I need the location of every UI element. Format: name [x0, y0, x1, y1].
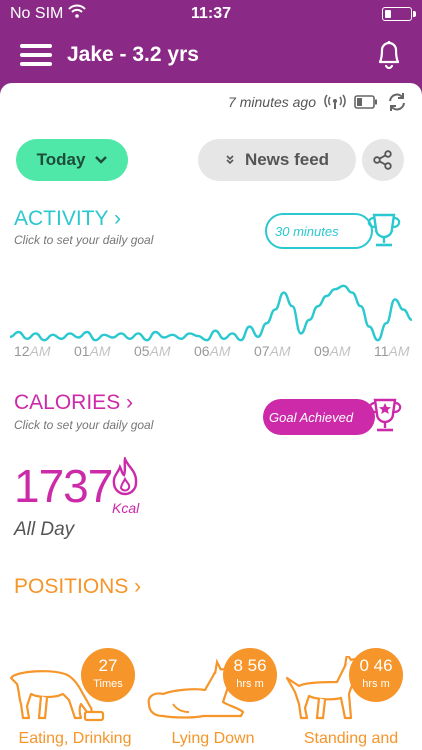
period-label: Today: [36, 150, 86, 169]
positions-title[interactable]: POSITIONS ›: [14, 575, 141, 599]
last-synced-text: 7 minutes ago: [228, 94, 316, 110]
activity-x-tick: 05AM: [134, 343, 171, 359]
calories-period: All Day: [14, 519, 75, 540]
calories-goal-hint[interactable]: Click to set your daily goal: [14, 418, 153, 432]
newsfeed-button[interactable]: News feed: [198, 139, 356, 181]
device-battery-icon: [354, 95, 377, 109]
activity-goal-pill[interactable]: 30 minutes: [265, 213, 373, 249]
app-bar: Jake - 3.2 yrs: [0, 28, 422, 83]
calories-goal-label: Goal Achieved: [269, 409, 354, 425]
pet-title: Jake - 3.2 yrs: [67, 43, 199, 66]
flame-icon: [112, 457, 138, 496]
lying-unit: hrs m: [236, 678, 264, 690]
eating-unit: Times: [93, 678, 123, 690]
chevron-down-icon: [95, 156, 108, 164]
star-trophy-icon: [368, 398, 402, 432]
standing-label: Standing and: [303, 730, 399, 747]
activity-x-tick: 07AM: [254, 343, 291, 359]
eating-label: Eating, Drinking: [18, 730, 132, 747]
calories-unit: Kcal: [112, 500, 140, 516]
sync-status: 7 minutes ago: [228, 91, 408, 113]
standing-value: 0 46: [359, 656, 393, 675]
activity-x-axis: 12AM 01AM 05AM 06AM 07AM 09AM 11AM: [14, 343, 414, 363]
activity-x-tick: 01AM: [74, 343, 111, 359]
dashboard-card: 7 minutes ago Today News feed ACTIVITY ›…: [0, 83, 422, 750]
share-icon: [373, 150, 392, 170]
activity-chart: [10, 284, 412, 342]
position-card-lying[interactable]: 8 56 hrs m Lying Down: [143, 648, 283, 750]
share-button[interactable]: [362, 139, 404, 181]
calories-value: 1737: [14, 460, 113, 512]
newsfeed-label: News feed: [244, 150, 330, 169]
eating-value: 27: [98, 656, 118, 675]
position-card-standing[interactable]: 0 46 hrs m Standing and: [281, 648, 421, 750]
activity-x-tick: 09AM: [314, 343, 351, 359]
signal-icon: [324, 94, 346, 109]
menu-button[interactable]: [20, 44, 52, 66]
lying-label: Lying Down: [171, 730, 255, 747]
activity-title[interactable]: ACTIVITY ›: [14, 207, 121, 231]
activity-x-tick: 06AM: [194, 343, 231, 359]
calories-goal-pill[interactable]: Goal Achieved: [263, 399, 375, 435]
activity-goal-label: 30 minutes: [275, 223, 339, 239]
calories-title[interactable]: CALORIES ›: [14, 391, 133, 415]
trophy-icon: [367, 213, 401, 247]
double-chevron-down-icon: [226, 155, 234, 165]
lying-time-badge: 8 56 hrs m: [223, 648, 277, 702]
activity-x-tick: 12AM: [14, 343, 51, 359]
battery-icon: [382, 7, 416, 21]
standing-time-badge: 0 46 hrs m: [349, 648, 403, 702]
period-selector-button[interactable]: Today: [16, 139, 128, 181]
notification-bell-icon[interactable]: [374, 38, 404, 72]
position-card-eating[interactable]: 27 Times Eating, Drinking: [5, 648, 145, 750]
eating-count-badge: 27 Times: [81, 648, 135, 702]
refresh-icon[interactable]: [386, 92, 408, 112]
clock: 11:37: [190, 5, 232, 22]
activity-goal-hint[interactable]: Click to set your daily goal: [14, 233, 153, 247]
activity-series-line: [10, 284, 412, 342]
activity-x-tick: 11AM: [374, 343, 410, 359]
status-bar: No SIM 11:37: [0, 0, 422, 28]
lying-value: 8 56: [233, 656, 267, 675]
standing-unit: hrs m: [362, 678, 390, 690]
